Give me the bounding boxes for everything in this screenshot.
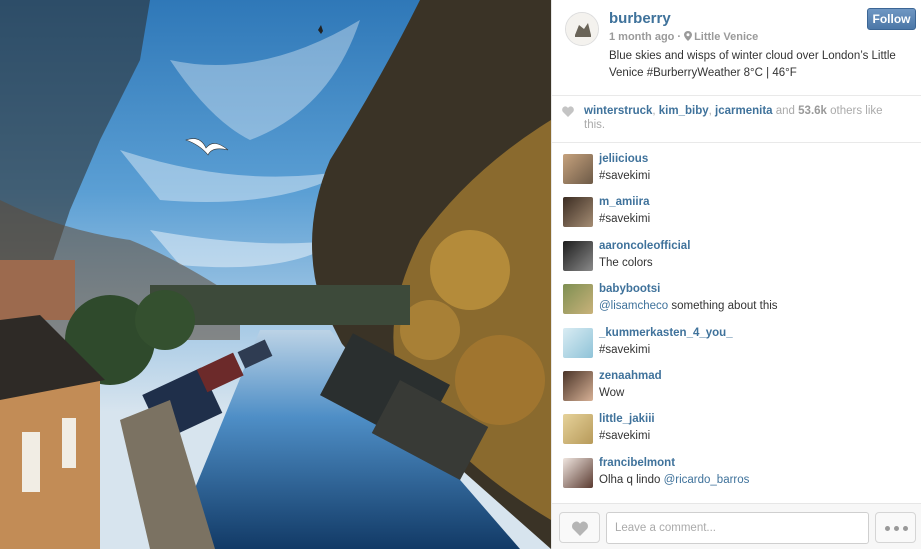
post-photo[interactable] — [0, 0, 551, 549]
list-item: zenaahmad Wow — [552, 367, 921, 410]
comment-text: Olha q lindo @ricardo_barros — [599, 474, 749, 486]
ellipsis-icon — [885, 526, 890, 531]
like-button[interactable] — [559, 512, 600, 543]
comment-text: @lisamcheco something about this — [599, 300, 778, 312]
post-details-panel: burberry Follow 1 month ago · Little Venic… — [551, 0, 921, 549]
comment-text: The colors — [599, 256, 653, 269]
comment-username[interactable]: m_amiira — [599, 196, 650, 208]
more-options-button[interactable] — [875, 512, 916, 543]
list-item: m_amiira #savekimi — [552, 193, 921, 236]
follow-button[interactable]: Follow — [867, 8, 916, 30]
comment-text: #savekimi — [599, 170, 651, 182]
comment-username[interactable]: aaroncoleofficial — [599, 240, 690, 252]
avatar[interactable] — [563, 284, 593, 315]
list-item: jeliicious #savekimi — [552, 150, 921, 193]
likes-summary: winterstruck, kim_biby, jcarmenita and 5… — [552, 97, 921, 143]
comment-username[interactable]: zenaahmad — [599, 370, 662, 382]
avatar[interactable] — [563, 414, 593, 445]
likes-text: winterstruck, kim_biby, jcarmenita and 5… — [584, 105, 883, 131]
comment-list: jeliicious #savekimi m_amiira #savekimi … — [552, 150, 921, 497]
avatar[interactable] — [563, 457, 593, 488]
ellipsis-icon — [894, 526, 899, 531]
comment-username[interactable]: _kummerkasten_4_you_ — [599, 327, 733, 339]
comment-username[interactable]: little_jakiii — [599, 413, 655, 425]
liker-link[interactable]: jcarmenita — [715, 105, 773, 117]
avatar[interactable] — [563, 197, 593, 228]
list-item: babybootsi @lisamcheco something about t… — [552, 280, 921, 323]
ellipsis-icon — [903, 526, 908, 531]
comment-text: Wow — [599, 386, 625, 399]
comment-text: #savekimi — [599, 430, 651, 443]
post-time-ago[interactable]: 1 month ago — [609, 31, 674, 43]
comment-text-body: something about this — [668, 300, 778, 313]
comment-bar — [552, 503, 921, 549]
likes-and: and — [775, 105, 795, 117]
avatar[interactable] — [563, 240, 593, 271]
instagram-post-view: burberry Follow 1 month ago · Little Venic… — [0, 0, 921, 549]
liker-link[interactable]: kim_biby — [659, 105, 709, 117]
list-item: little_jakiii #savekimi — [552, 410, 921, 453]
mention-link[interactable]: @ricardo_barros — [664, 474, 750, 486]
post-header: burberry Follow 1 month ago · Little Venic… — [552, 0, 921, 96]
avatar[interactable] — [563, 370, 593, 401]
post-username[interactable]: burberry — [609, 10, 671, 27]
comment-username[interactable]: jeliicious — [599, 153, 648, 165]
heart-icon — [562, 106, 574, 117]
list-item: _kummerkasten_4_you_ #savekimi — [552, 324, 921, 367]
comment-username[interactable]: babybootsi — [599, 283, 660, 295]
post-meta: 1 month ago · Little Venice — [609, 31, 759, 43]
comment-text: #savekimi — [599, 213, 651, 226]
avatar[interactable] — [563, 327, 593, 358]
liker-link[interactable]: winterstruck — [584, 105, 652, 117]
avatar[interactable] — [563, 154, 593, 184]
list-item: aaroncoleofficial The colors — [552, 237, 921, 280]
post-caption: Blue skies and wisps of winter cloud ove… — [609, 50, 896, 79]
mention-link[interactable]: @lisamcheco — [599, 300, 668, 312]
comment-text-body: Olha q lindo — [599, 473, 664, 486]
comment-username[interactable]: francibelmont — [599, 457, 675, 469]
list-item: francibelmont Olha q lindo @ricardo_barr… — [552, 454, 921, 497]
comment-input[interactable] — [606, 512, 869, 544]
comment-text: #savekimi — [599, 343, 651, 356]
map-pin-icon — [684, 31, 693, 41]
likes-count[interactable]: 53.6k — [798, 105, 827, 117]
heart-icon — [572, 521, 588, 536]
post-location[interactable]: Little Venice — [694, 31, 758, 43]
avatar[interactable] — [565, 12, 599, 46]
